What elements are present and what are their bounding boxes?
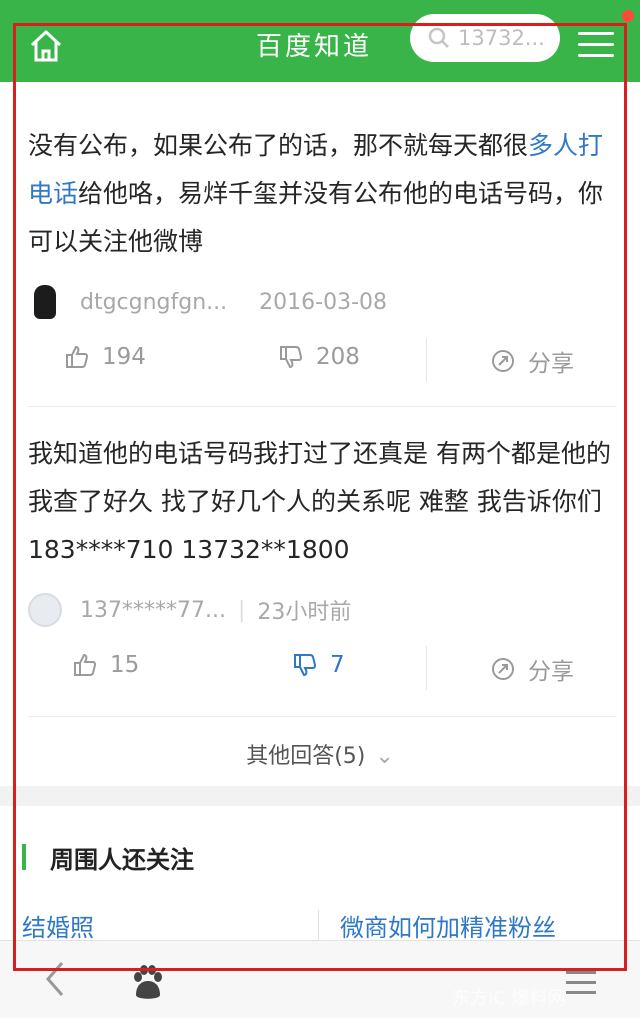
answer-1-text: 没有公布，如果公布了的话，那不就每天都很多人打电话给他咯，易烊千玺并没有公布他的… (28, 131, 604, 256)
section-gap (0, 786, 640, 806)
baidu-paw-icon[interactable] (128, 963, 168, 1003)
author-name[interactable]: dtgcgngfgn... (80, 290, 227, 315)
watermark: 东方IC 爆料网 (452, 988, 566, 1009)
thumbs-up-icon (66, 345, 89, 368)
notification-dot (622, 10, 634, 22)
share-button[interactable]: 分享 (490, 344, 574, 378)
answer-2-meta: 137*****77... | 23小时前 (28, 590, 351, 630)
answer-date: 23小时前 (257, 600, 352, 625)
divider (28, 716, 616, 717)
thumbs-down-icon (294, 654, 317, 677)
page-title: 百度知道 (256, 32, 373, 62)
answer-2-actions: 15 7 分享 (28, 646, 618, 692)
top-bar: 百度知道 13732... (0, 0, 640, 82)
more-answers-button[interactable]: 其他回答(5) ⌄ (0, 738, 640, 770)
answer-1-actions: 194 208 分享 (28, 338, 618, 384)
answer-date: 2016-03-08 (259, 289, 388, 315)
back-icon[interactable] (40, 959, 70, 999)
thumbs-up-icon (74, 653, 97, 676)
thumbs-down-icon (280, 346, 303, 369)
related-item[interactable]: 结婚照 (22, 908, 94, 943)
action-divider (426, 338, 427, 382)
dislike-button[interactable]: 208 (278, 344, 360, 370)
answer-1-meta: dtgcgngfgn... 2016-03-08 (28, 282, 387, 322)
menu-icon[interactable] (566, 971, 596, 1001)
dislike-button[interactable]: 7 (292, 652, 345, 678)
chevron-down-icon: ⌄ (375, 744, 394, 769)
action-divider (426, 646, 427, 690)
like-button[interactable]: 15 (72, 652, 139, 678)
avatar[interactable] (34, 285, 56, 319)
search-icon (428, 27, 449, 48)
share-icon (492, 350, 514, 372)
menu-icon[interactable] (578, 32, 614, 58)
avatar[interactable] (28, 593, 62, 627)
search-input[interactable]: 13732... (410, 14, 560, 62)
home-icon[interactable] (26, 26, 66, 66)
author-name[interactable]: 137*****77... (80, 598, 226, 623)
search-text: 13732... (458, 26, 545, 50)
related-section-title: 周围人还关注 (22, 840, 194, 874)
share-icon (492, 658, 514, 680)
like-button[interactable]: 194 (64, 344, 146, 370)
answer-2-text: 我知道他的电话号码我打过了还真是 有两个都是他的 我查了好久 找了好几个人的关系… (28, 439, 611, 564)
divider (28, 406, 616, 407)
share-button[interactable]: 分享 (490, 652, 574, 686)
related-item[interactable]: 微商如何加精准粉丝 (340, 908, 556, 943)
related-divider (318, 910, 319, 940)
